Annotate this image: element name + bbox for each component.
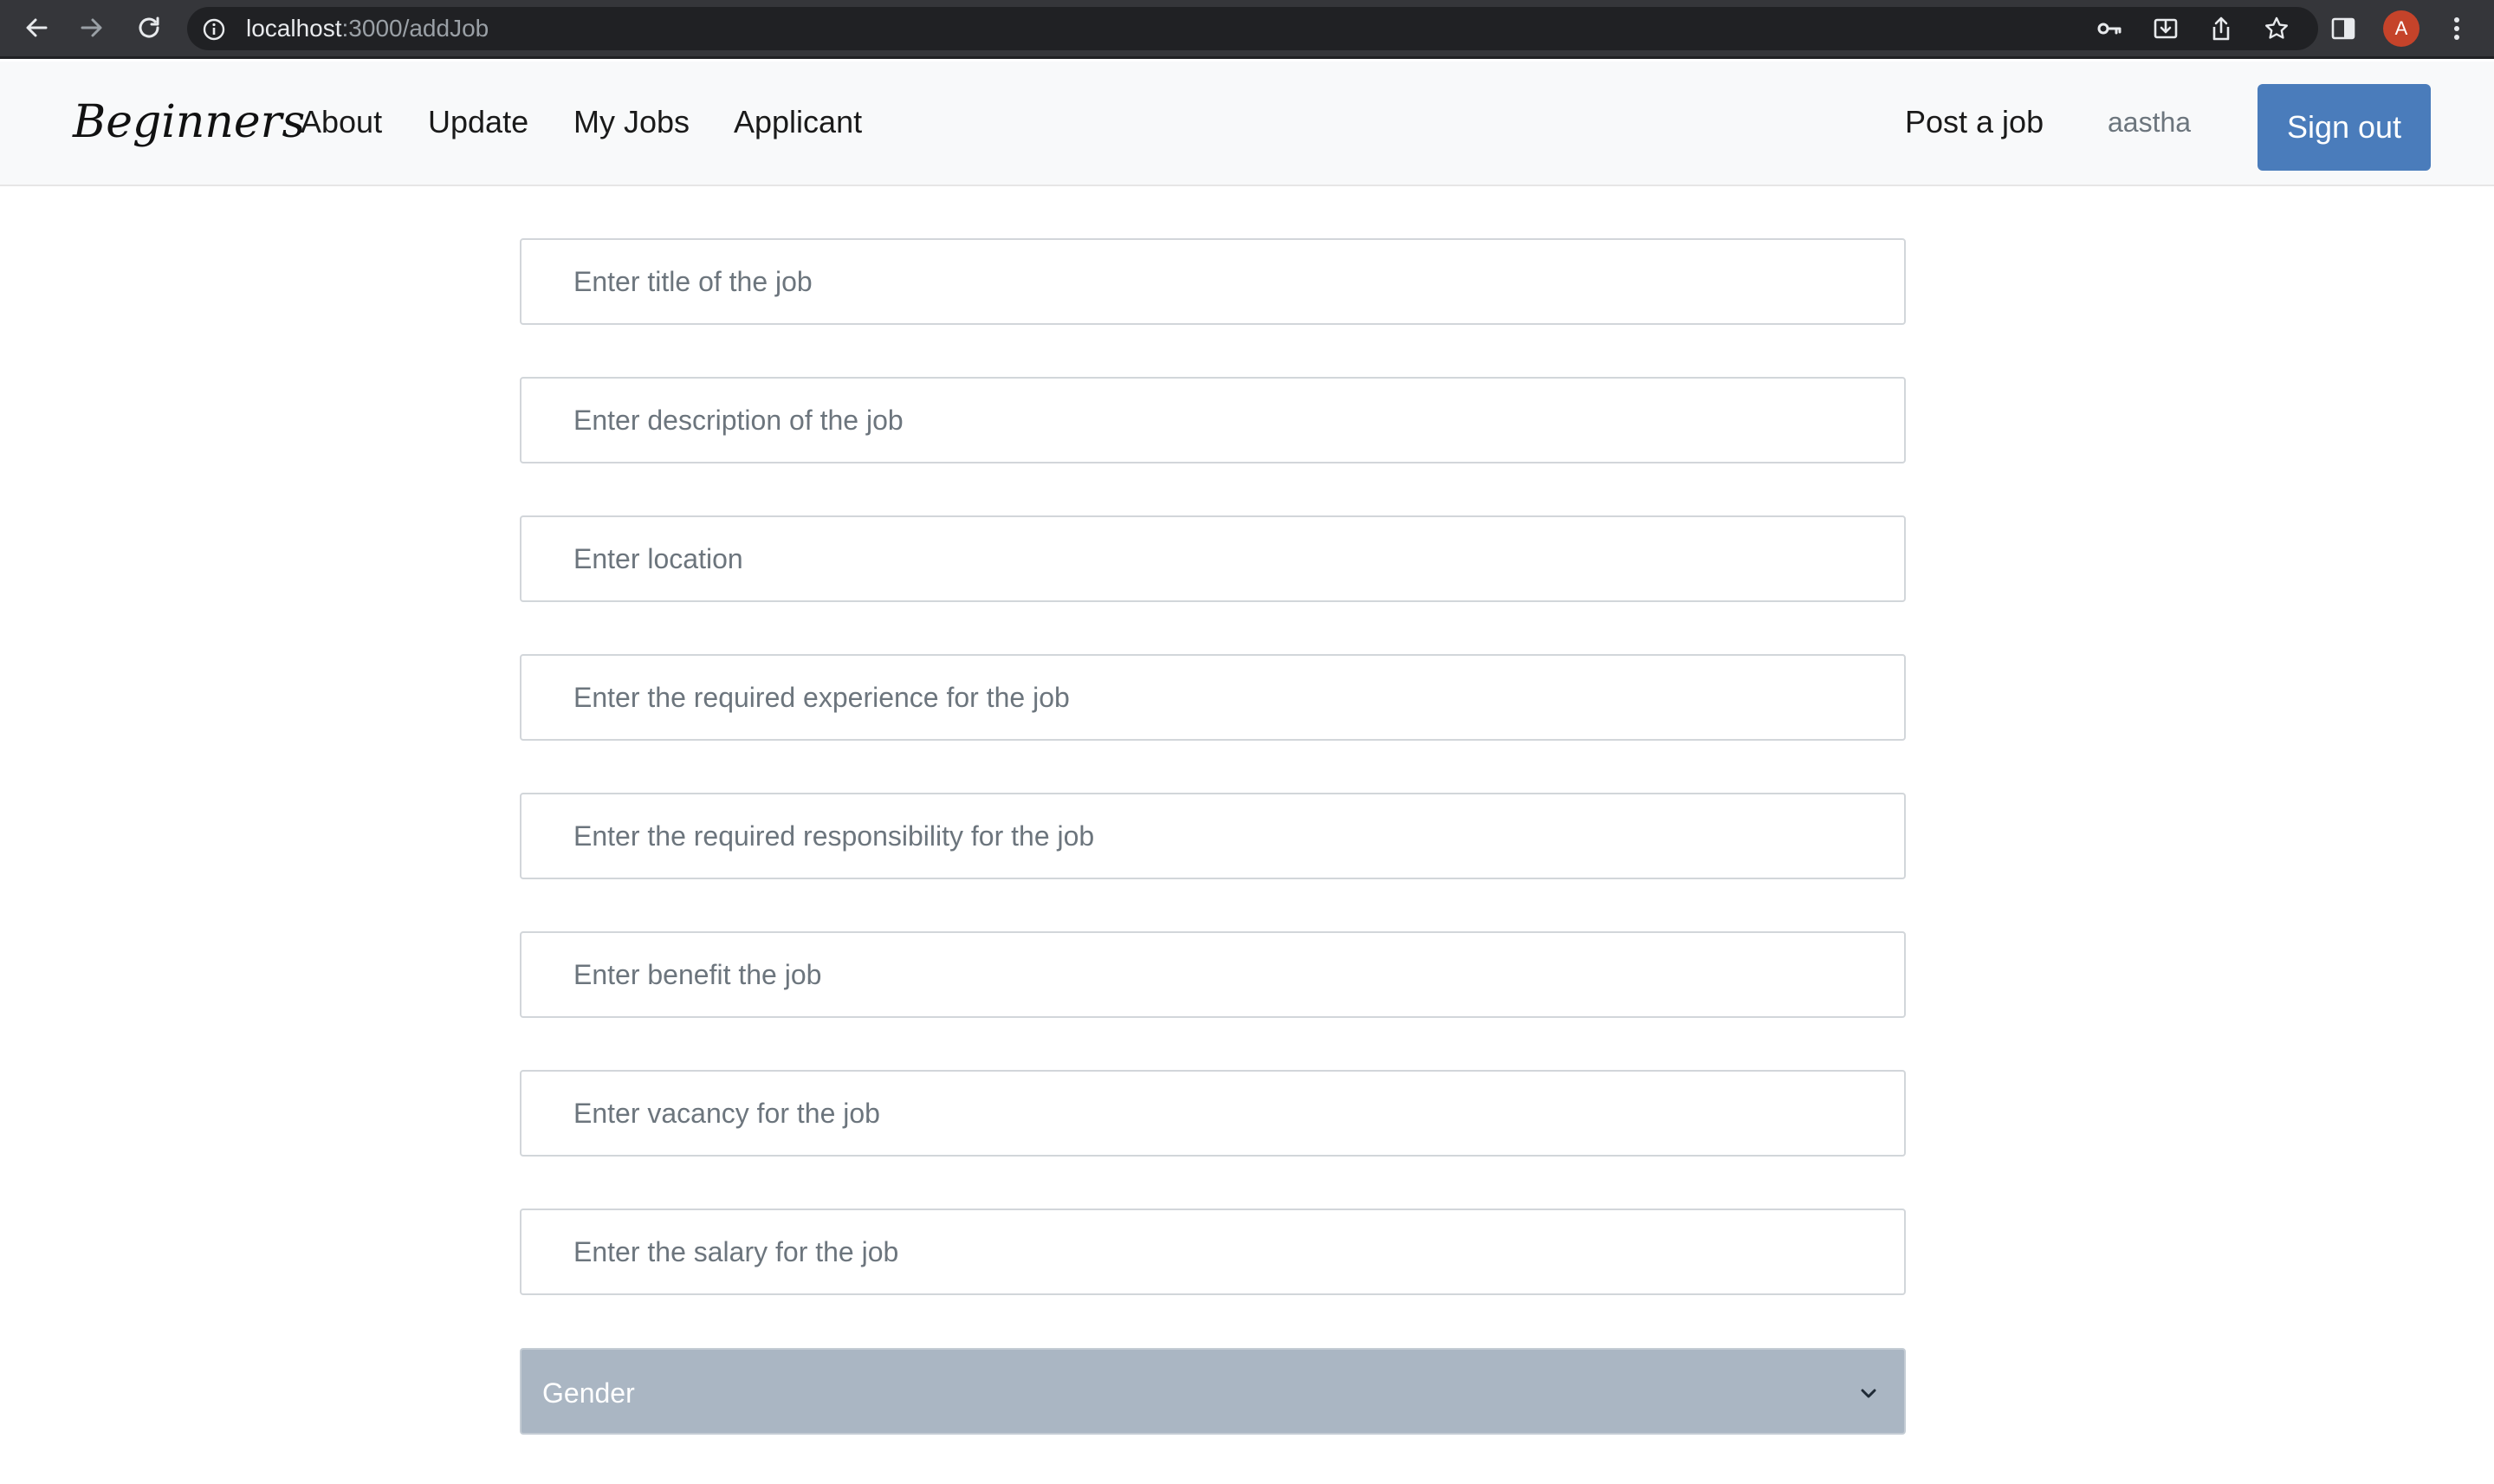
nav-link-about[interactable]: About	[301, 101, 382, 143]
url-host: localhost	[246, 15, 342, 42]
address-bar[interactable]: localhost:3000/addJob	[187, 7, 2318, 50]
app-navbar: Beginners About Update My Jobs Applicant…	[0, 62, 2494, 186]
more-menu-icon[interactable]	[2439, 10, 2475, 47]
avatar: A	[2383, 10, 2420, 47]
job-salary-input[interactable]	[520, 1209, 1906, 1295]
nav-link-applicant[interactable]: Applicant	[734, 101, 862, 143]
gender-select-value: Gender	[542, 1377, 635, 1409]
username: aastha	[2108, 107, 2192, 138]
nav-link-post-job[interactable]: Post a job	[1905, 101, 2044, 143]
side-panel-icon[interactable]	[2325, 10, 2361, 47]
job-title-input[interactable]	[520, 238, 1906, 325]
job-description-input[interactable]	[520, 377, 1906, 463]
url-text: localhost:3000/addJob	[246, 16, 489, 41]
share-icon[interactable]	[2203, 10, 2239, 47]
profile-button[interactable]: A	[2383, 10, 2420, 47]
back-icon[interactable]	[19, 10, 54, 45]
chevron-down-icon	[1856, 1381, 1882, 1407]
job-location-input[interactable]	[520, 515, 1906, 602]
install-app-icon[interactable]	[2147, 10, 2184, 47]
bookmark-star-icon[interactable]	[2258, 10, 2295, 47]
nav-link-my-jobs[interactable]: My Jobs	[573, 101, 690, 143]
password-key-icon[interactable]	[2091, 10, 2128, 47]
job-benefit-input[interactable]	[520, 931, 1906, 1018]
reload-icon[interactable]	[132, 10, 166, 45]
sign-out-button[interactable]: Sign out	[2258, 84, 2431, 171]
job-responsibility-input[interactable]	[520, 793, 1906, 879]
site-info-icon[interactable]	[203, 18, 225, 41]
job-vacancy-input[interactable]	[520, 1070, 1906, 1157]
forward-icon[interactable]	[74, 10, 109, 45]
brand-logo[interactable]: Beginners	[73, 93, 305, 152]
gender-select[interactable]: Gender	[520, 1348, 1906, 1435]
nav-link-update[interactable]: Update	[428, 101, 528, 143]
job-experience-input[interactable]	[520, 654, 1906, 741]
url-path: :3000/addJob	[341, 15, 489, 42]
browser-toolbar: localhost:3000/addJob A	[0, 0, 2494, 59]
